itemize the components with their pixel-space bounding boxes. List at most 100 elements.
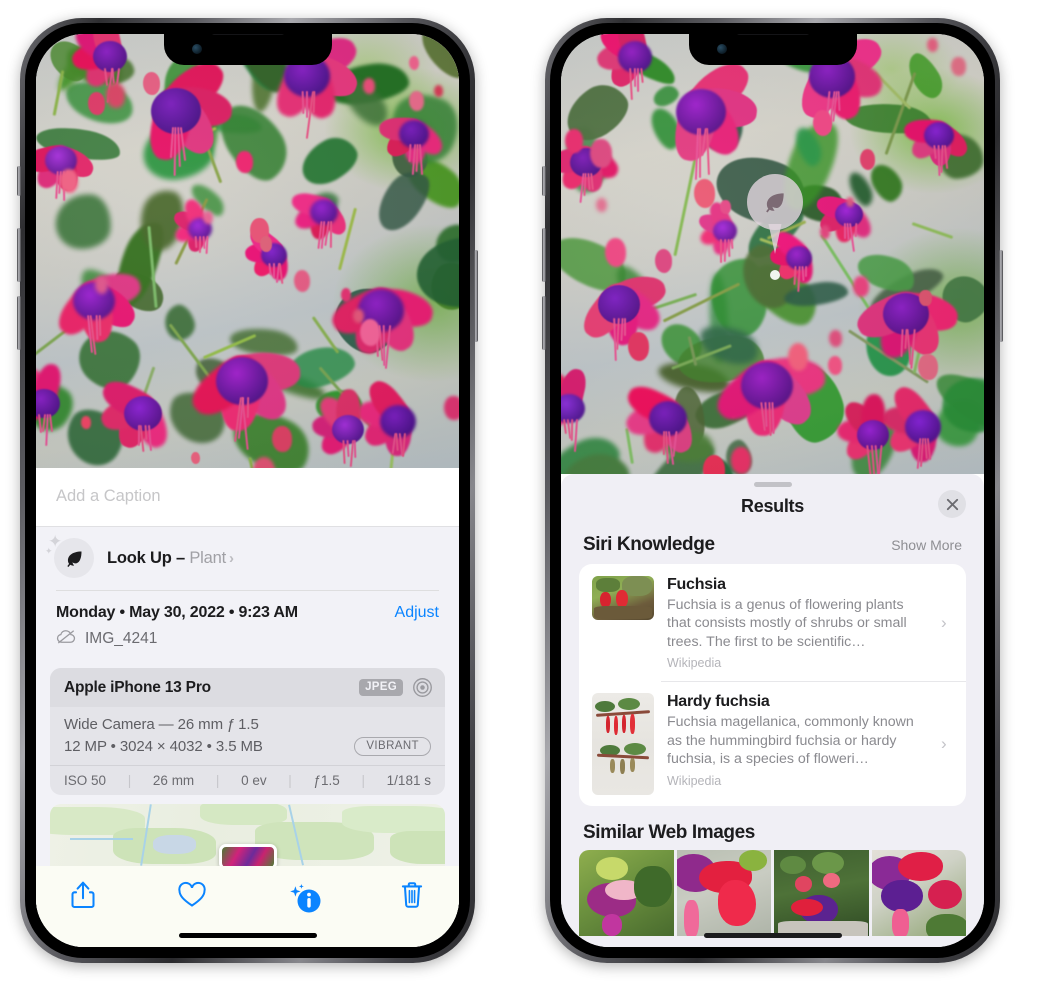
bud-shape [433, 85, 443, 97]
stamen-shape [198, 236, 202, 254]
photo-fuchsia[interactable] [561, 34, 984, 474]
exif-value: ƒ1.5 [313, 773, 340, 788]
look-up-label: Look Up – Plant › [107, 549, 234, 568]
adjust-button[interactable]: Adjust [395, 604, 439, 622]
volume-up-button[interactable] [17, 228, 21, 282]
stem-shape [911, 221, 954, 239]
show-more-button[interactable]: Show More [891, 537, 962, 553]
volume-down-button[interactable] [17, 296, 21, 350]
earpiece-speaker [735, 34, 810, 35]
volume-down-button[interactable] [542, 296, 546, 350]
web-image[interactable] [871, 850, 966, 937]
info-sparkle-icon[interactable] [288, 883, 321, 913]
bud-shape [604, 237, 626, 267]
stamen-shape [854, 223, 857, 238]
photo-filename: IMG_4241 [85, 630, 158, 647]
bud-shape [819, 225, 830, 239]
bud-shape [812, 110, 833, 137]
bud-shape [845, 196, 854, 208]
stamen-shape [633, 67, 636, 87]
power-button[interactable] [474, 250, 478, 342]
results-sheet: Results Siri Knowledge Show More Fuchsia… [561, 474, 984, 947]
bud-shape [60, 168, 79, 194]
bud-shape [353, 309, 364, 324]
bud-shape [590, 138, 613, 169]
bud-shape [409, 91, 425, 112]
bud-shape [828, 355, 843, 375]
bud-shape [787, 342, 809, 371]
stamen-shape [272, 263, 275, 279]
result-thumbnail [592, 576, 654, 620]
notch [688, 34, 857, 65]
web-image[interactable] [774, 850, 869, 937]
stamen-shape [843, 223, 846, 239]
camera-size-line: 12 MP • 3024 × 4032 • 3.5 MB [64, 738, 263, 755]
home-indicator[interactable] [178, 933, 317, 938]
bud-shape [236, 150, 253, 174]
camera-exif-row: ISO 50 | 26 mm | 0 ev | ƒ1.5 | 1/181 s [50, 765, 445, 795]
results-title: Results [741, 496, 804, 516]
chevron-right-icon: › [941, 613, 947, 633]
bud-shape [94, 275, 109, 294]
trash-icon[interactable] [399, 880, 425, 915]
look-up-title: Look Up – [107, 548, 190, 567]
stamen-shape [727, 239, 731, 258]
bud-shape [926, 37, 938, 53]
format-badge: JPEG [359, 679, 403, 696]
bud-shape [341, 288, 352, 302]
bud-shape [731, 447, 752, 474]
camera-info-card[interactable]: Apple iPhone 13 Pro JPEG Wide Camera — 2… [50, 668, 445, 796]
device-bezel: Results Siri Knowledge Show More Fuchsia… [550, 23, 995, 958]
screen-left: Add a Caption ✦ ✦ Look Up – Plant › Mond… [36, 34, 459, 947]
result-text: Fuchsia Fuchsia is a genus of flowering … [667, 576, 928, 670]
look-up-icon-wrap: ✦ ✦ [45, 533, 94, 578]
front-camera [716, 44, 727, 54]
exif-value: 1/181 s [386, 773, 431, 788]
bud-shape [853, 276, 869, 298]
result-title: Fuchsia [667, 576, 726, 593]
chevron-right-icon: › [228, 549, 234, 567]
web-image[interactable] [676, 850, 771, 937]
camera-card-header: Apple iPhone 13 Pro JPEG [50, 668, 445, 707]
list-item[interactable]: Fuchsia Fuchsia is a genus of flowering … [579, 564, 966, 681]
visual-lookup-marker[interactable] [747, 174, 803, 230]
metadata-file-row: IMG_4241 [56, 629, 439, 649]
similar-web-images-header: Similar Web Images [561, 806, 984, 850]
bud-shape [654, 249, 673, 274]
result-thumbnail [592, 693, 654, 796]
corolla-shape [72, 281, 115, 321]
silence-switch[interactable] [17, 166, 21, 196]
heart-icon[interactable] [177, 881, 207, 914]
silence-switch[interactable] [542, 166, 546, 196]
list-item[interactable]: Hardy fuchsia Fuchsia magellanica, commo… [579, 681, 966, 806]
stamen-shape [329, 221, 332, 248]
stamen-shape [95, 314, 99, 341]
camera-device-name: Apple iPhone 13 Pro [64, 678, 211, 696]
device-bezel: Add a Caption ✦ ✦ Look Up – Plant › Mond… [25, 23, 470, 958]
bud-shape [142, 72, 160, 96]
iphone-right: Results Siri Knowledge Show More Fuchsia… [542, 18, 1003, 963]
photo-pin[interactable] [218, 844, 277, 866]
camera-size-row: 12 MP • 3024 × 4032 • 3.5 MB VIBRANT [64, 737, 431, 756]
share-icon[interactable] [70, 880, 96, 915]
web-image[interactable] [579, 850, 674, 937]
quality-badge: VIBRANT [354, 737, 431, 756]
stamen-shape [730, 239, 734, 249]
corolla-shape [857, 420, 890, 450]
photo-info-sheet: Add a Caption ✦ ✦ Look Up – Plant › Mond… [36, 468, 459, 947]
location-map[interactable] [50, 804, 445, 866]
bud-shape [80, 415, 91, 429]
caption-input[interactable]: Add a Caption [36, 468, 459, 527]
photo-fuchsia[interactable] [36, 34, 459, 468]
volume-up-button[interactable] [542, 228, 546, 282]
exif-value: 0 ev [241, 773, 267, 788]
iphone-left: Add a Caption ✦ ✦ Look Up – Plant › Mond… [17, 18, 478, 963]
bud-shape [444, 395, 459, 421]
camera-badges: JPEG [359, 677, 433, 698]
similar-web-images-strip[interactable] [579, 850, 966, 937]
home-indicator[interactable] [703, 933, 842, 938]
look-up-row[interactable]: ✦ ✦ Look Up – Plant › [36, 527, 459, 590]
close-icon[interactable] [938, 490, 966, 518]
power-button[interactable] [999, 250, 1003, 342]
sparkle-small-icon: ✦ [45, 546, 53, 556]
